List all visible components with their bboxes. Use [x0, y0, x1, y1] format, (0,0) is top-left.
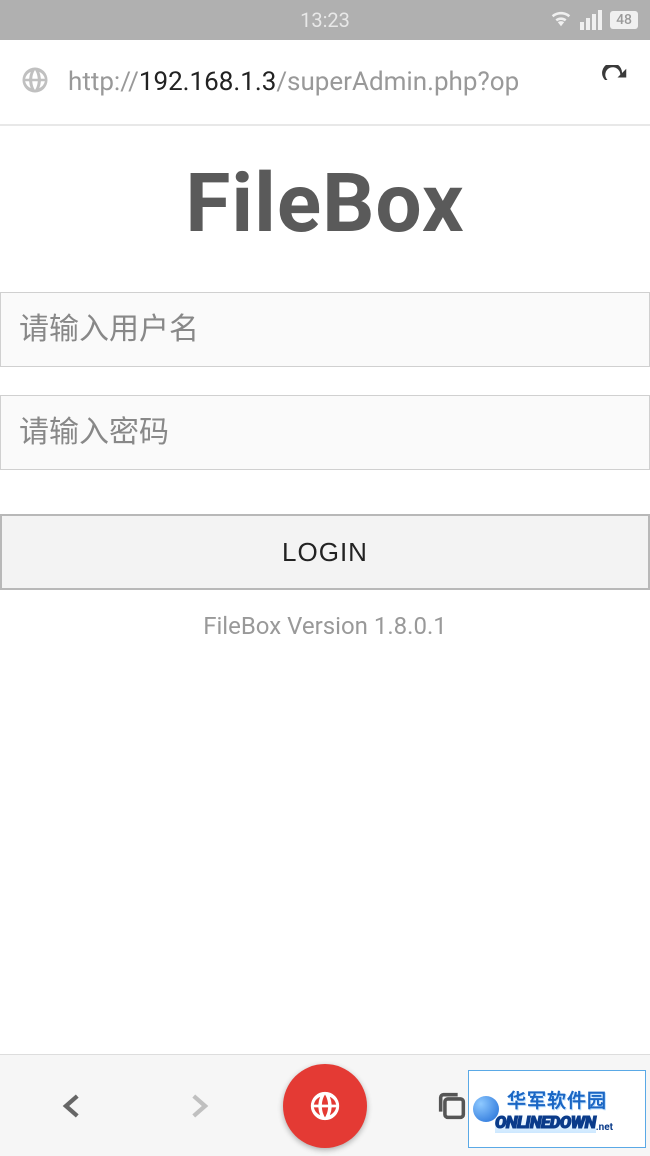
url-display[interactable]: http://192.168.1.3/superAdmin.php?op	[68, 67, 588, 97]
username-input[interactable]	[0, 292, 650, 367]
watermark-url: .net	[596, 1122, 613, 1133]
password-input[interactable]	[0, 395, 650, 470]
watermark-overlay: 华军软件园 ONLINEDOWN .net	[468, 1070, 646, 1148]
battery-level: 48	[610, 11, 638, 29]
watermark-globe-icon	[473, 1096, 499, 1122]
browser-address-bar: http://192.168.1.3/superAdmin.php?op	[0, 40, 650, 126]
forward-button[interactable]	[158, 1066, 238, 1146]
watermark-chinese: 华军软件园	[507, 1086, 607, 1113]
url-host: 192.168.1.3	[139, 67, 276, 97]
status-indicators: 48	[550, 7, 638, 34]
version-text: FileBox Version 1.8.0.1	[0, 612, 650, 640]
status-time: 13:23	[300, 8, 350, 32]
app-title: FileBox	[0, 156, 650, 252]
login-button[interactable]: LOGIN	[0, 514, 650, 590]
signal-icon	[580, 10, 602, 30]
globe-icon	[20, 65, 50, 99]
home-button[interactable]	[283, 1064, 367, 1148]
status-bar: 13:23 48	[0, 0, 650, 40]
watermark-english: ONLINEDOWN	[495, 1113, 596, 1133]
page-content: FileBox LOGIN FileBox Version 1.8.0.1	[0, 126, 650, 640]
url-prefix: http://	[68, 67, 139, 97]
refresh-icon[interactable]	[600, 65, 630, 99]
wifi-icon	[550, 7, 572, 34]
back-button[interactable]	[33, 1066, 113, 1146]
url-path: /superAdmin.php?op	[276, 67, 519, 97]
